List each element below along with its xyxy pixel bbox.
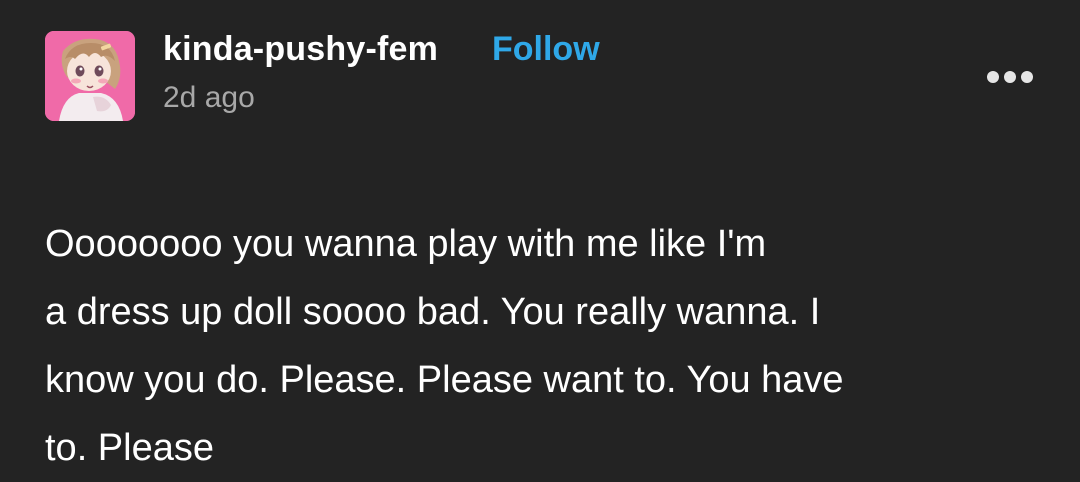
- anime-avatar-image: [45, 31, 135, 121]
- avatar[interactable]: [45, 31, 135, 121]
- username[interactable]: kinda-pushy-fem: [163, 30, 438, 69]
- more-options-button[interactable]: [984, 62, 1036, 92]
- post-body-line: a dress up doll soooo bad. You really wa…: [45, 291, 821, 333]
- post-body-line: to. Please: [45, 427, 214, 469]
- post-card: kinda-pushy-fem Follow 2d ago Oooooooo y…: [0, 0, 1080, 475]
- post-body-line: know you do. Please. Please want to. You…: [45, 359, 844, 401]
- follow-button[interactable]: Follow: [492, 30, 600, 69]
- post-timestamp: 2d ago: [163, 81, 255, 114]
- more-options-icon: [987, 71, 1033, 83]
- post-body-line: Oooooooo you wanna play with me like I'm: [45, 223, 767, 265]
- post-body: Oooooooo you wanna play with me like I'm…: [45, 210, 1035, 482]
